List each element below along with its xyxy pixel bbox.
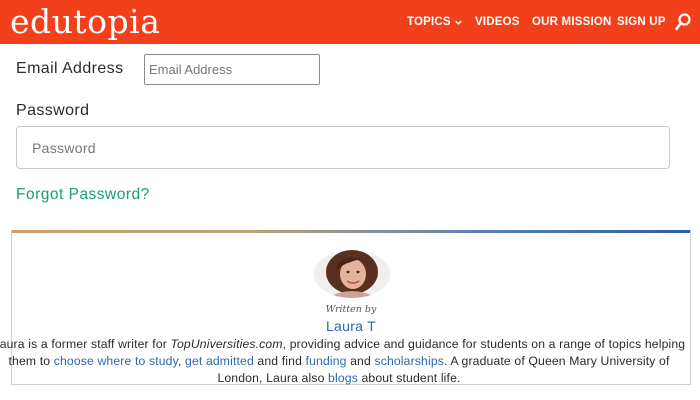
forgot-password-link[interactable]: Forgot Password? xyxy=(16,186,150,204)
card-top-divider xyxy=(12,230,690,233)
edutopia-logo[interactable]: edutopia xyxy=(10,2,160,42)
scholarships-link[interactable]: scholarships xyxy=(374,354,444,368)
nav-our-mission[interactable]: OUR MISSION xyxy=(532,0,612,44)
nav-videos[interactable]: VIDEOS xyxy=(475,0,520,44)
author-bio: Laura is a former staff writer for TopUn… xyxy=(0,336,689,387)
get-admitted-link[interactable]: get admitted xyxy=(185,354,254,368)
top-navigation-bar: edutopia TOPICS VIDEOS OUR MISSION SIGN … xyxy=(0,0,700,44)
email-field[interactable] xyxy=(144,54,320,85)
nav-topics[interactable]: TOPICS xyxy=(407,0,462,44)
written-by-label: Written by xyxy=(325,304,377,315)
bio-text: about student life. xyxy=(357,371,461,385)
bio-text: , xyxy=(177,354,186,368)
bio-site-name: TopUniversities.com xyxy=(170,337,283,351)
bio-text: and find xyxy=(253,354,306,368)
author-avatar[interactable] xyxy=(313,250,391,298)
nav-sign-up-label: SIGN UP xyxy=(617,16,666,28)
bio-text: and xyxy=(346,354,375,368)
funding-link[interactable]: funding xyxy=(306,354,347,368)
search-icon[interactable] xyxy=(675,13,691,31)
author-name-link[interactable]: Laura T xyxy=(12,318,690,334)
nav-videos-label: VIDEOS xyxy=(475,16,520,28)
nav-topics-label: TOPICS xyxy=(407,16,451,28)
nav-our-mission-label: OUR MISSION xyxy=(532,16,612,28)
password-label: Password xyxy=(16,102,90,119)
chevron-down-icon xyxy=(455,20,462,25)
email-address-label: Email Address xyxy=(16,60,124,77)
blogs-link[interactable]: blogs xyxy=(328,371,358,385)
author-photo xyxy=(315,250,389,298)
bio-text: Laura is a former staff writer for xyxy=(0,337,171,351)
nav-sign-up[interactable]: SIGN UP xyxy=(617,0,666,44)
password-field[interactable] xyxy=(16,126,670,169)
choose-where-to-study-link[interactable]: choose where to study xyxy=(54,354,178,368)
